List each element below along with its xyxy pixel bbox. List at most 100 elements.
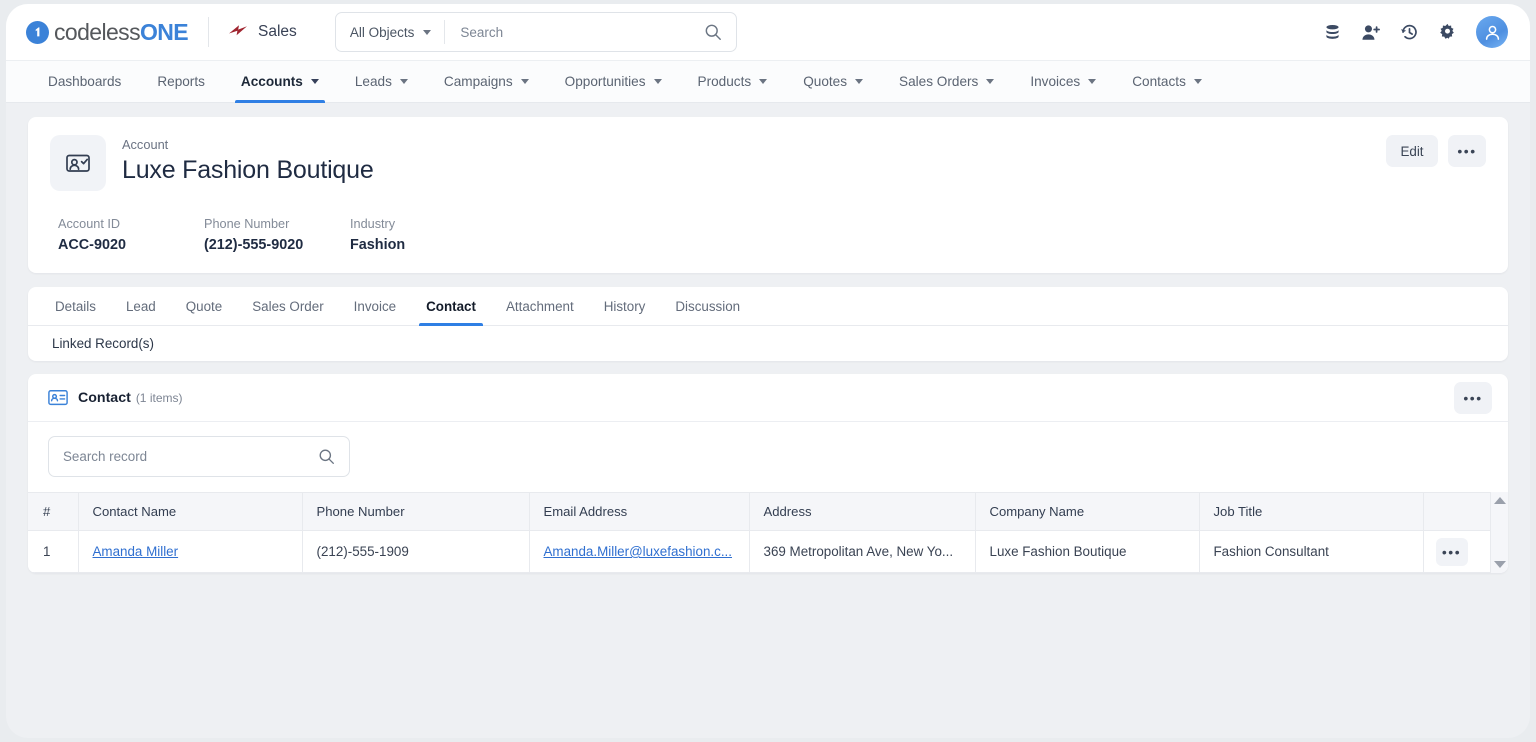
chevron-down-icon xyxy=(310,79,319,84)
search-record-input[interactable] xyxy=(49,449,318,464)
cell-index: 1 xyxy=(28,530,79,573)
linked-records-label: Linked Record(s) xyxy=(52,336,154,351)
tab-attachment[interactable]: Attachment xyxy=(491,287,589,325)
record-header-card: Account Luxe Fashion Boutique Edit ••• A… xyxy=(28,117,1508,273)
record-more-button[interactable]: ••• xyxy=(1448,135,1486,167)
column-header-contact-name[interactable]: Contact Name xyxy=(78,492,303,531)
field-value: ACC-9020 xyxy=(58,237,126,253)
contact-name-link[interactable]: Amanda Miller xyxy=(93,544,179,559)
avatar[interactable] xyxy=(1476,16,1508,48)
nav-label: Quotes xyxy=(803,74,848,89)
field-phone-number: Phone Number (212)-555-9020 xyxy=(204,217,350,253)
nav-label: Leads xyxy=(354,74,392,89)
tab-details[interactable]: Details xyxy=(40,287,111,325)
tab-lead[interactable]: Lead xyxy=(111,287,171,325)
page-content: Account Luxe Fashion Boutique Edit ••• A… xyxy=(6,103,1530,738)
global-search-input[interactable] xyxy=(445,24,704,40)
chevron-down-icon xyxy=(986,79,995,84)
record-tabs-card: Details Lead Quote Sales Order Invoice C… xyxy=(28,287,1508,361)
tab-invoice[interactable]: Invoice xyxy=(339,287,411,325)
column-header-job-title[interactable]: Job Title xyxy=(1199,492,1424,531)
nav-item-leads[interactable]: Leads xyxy=(337,61,426,102)
tab-contact[interactable]: Contact xyxy=(411,287,491,326)
app-switcher-sales[interactable]: Sales xyxy=(227,22,297,43)
tab-sales-order[interactable]: Sales Order xyxy=(237,287,338,325)
contact-card-icon xyxy=(48,389,68,406)
search-icon[interactable] xyxy=(704,23,736,41)
scroll-down-icon[interactable] xyxy=(1493,561,1506,568)
nav-item-accounts[interactable]: Accounts xyxy=(223,61,337,103)
sales-icon xyxy=(227,22,249,43)
nav-item-campaigns[interactable]: Campaigns xyxy=(426,61,547,102)
cell-contact-name: Amanda Miller xyxy=(78,530,303,573)
related-list-title: Contact xyxy=(78,389,131,406)
nav-item-reports[interactable]: Reports xyxy=(139,61,223,102)
record-header-top: Account Luxe Fashion Boutique xyxy=(50,135,1486,191)
database-icon[interactable] xyxy=(1323,23,1342,42)
app-root: codelessONE Sales All Objects Search Das… xyxy=(0,0,1536,742)
gear-icon[interactable] xyxy=(1438,23,1457,42)
column-header-index[interactable]: # xyxy=(28,492,79,531)
edit-button[interactable]: Edit xyxy=(1386,135,1438,167)
nav-item-sales-orders[interactable]: Sales Orders xyxy=(881,61,1012,102)
top-bar-actions xyxy=(1323,16,1508,48)
column-header-address[interactable]: Address xyxy=(749,492,976,531)
related-list-contact-card: Contact (1 items) ••• Search record # Co… xyxy=(28,374,1508,573)
field-label: Industry xyxy=(350,217,396,231)
field-label: Phone Number xyxy=(204,217,290,231)
codeless-one-logo-icon xyxy=(26,20,49,44)
row-more-button[interactable]: ••• xyxy=(1435,537,1468,566)
column-header-phone-number[interactable]: Phone Number xyxy=(302,492,530,531)
related-list-count: (1 items) xyxy=(135,390,183,405)
tab-label: Sales Order xyxy=(252,298,324,314)
app-shell: codelessONE Sales All Objects Search Das… xyxy=(6,4,1530,738)
related-list-header: Contact (1 items) ••• xyxy=(28,374,1508,422)
tab-label: Details xyxy=(55,298,96,314)
search-icon[interactable] xyxy=(318,448,349,465)
table-row[interactable]: 1 Amanda Miller (212)-555-1909 Amanda.Mi… xyxy=(28,530,1508,573)
chevron-down-icon xyxy=(855,79,864,84)
nav-label: Products xyxy=(697,74,752,89)
top-divider xyxy=(208,17,210,47)
record-tabs: Details Lead Quote Sales Order Invoice C… xyxy=(28,287,1508,326)
nav-item-contacts[interactable]: Contacts xyxy=(1114,61,1220,102)
column-header-email-address[interactable]: Email Address xyxy=(529,492,750,531)
scroll-up-icon[interactable] xyxy=(1493,497,1506,504)
tab-quote[interactable]: Quote xyxy=(171,287,237,325)
tab-label: History xyxy=(603,298,646,314)
more-icon: ••• xyxy=(1441,543,1462,560)
nav-label: Dashboards xyxy=(48,74,122,89)
cell-address: 369 Metropolitan Ave, New Yo... xyxy=(749,530,976,573)
app-logo[interactable]: codelessONE xyxy=(26,18,189,46)
related-list-more-button[interactable]: ••• xyxy=(1454,381,1492,414)
cell-email-address: Amanda.Miller@luxefashion.c... xyxy=(529,530,750,573)
search-scope-select[interactable]: All Objects xyxy=(336,13,445,51)
nav-label: Invoices xyxy=(1030,74,1081,89)
table-header-row: # Contact Name Phone Number Email Addres… xyxy=(28,492,1508,531)
nav-label: Contacts xyxy=(1132,74,1186,89)
email-address-link[interactable]: Amanda.Miller@luxefashion.c... xyxy=(544,544,733,559)
nav-item-products[interactable]: Products xyxy=(680,61,786,102)
nav-item-opportunities[interactable]: Opportunities xyxy=(547,61,680,102)
column-header-company-name[interactable]: Company Name xyxy=(975,492,1200,531)
tab-discussion[interactable]: Discussion xyxy=(660,287,755,325)
nav-item-dashboards[interactable]: Dashboards xyxy=(30,61,139,102)
logo-text-codeless: codeless xyxy=(54,18,141,45)
add-user-icon[interactable] xyxy=(1361,23,1381,42)
table-header: # Contact Name Phone Number Email Addres… xyxy=(28,492,1508,531)
top-bar: codelessONE Sales All Objects xyxy=(6,4,1530,60)
record-kicker: Account xyxy=(122,137,169,152)
logo-text-one: ONE xyxy=(139,18,189,45)
tab-history[interactable]: History xyxy=(589,287,661,325)
table-vertical-scrollbar[interactable] xyxy=(1490,492,1508,573)
history-icon[interactable] xyxy=(1400,23,1419,42)
field-industry: Industry Fashion xyxy=(350,217,405,253)
contacts-table: # Contact Name Phone Number Email Addres… xyxy=(28,492,1508,573)
record-search xyxy=(48,436,350,477)
nav-item-invoices[interactable]: Invoices xyxy=(1012,61,1114,102)
nav-item-quotes[interactable]: Quotes xyxy=(785,61,881,102)
chevron-down-icon xyxy=(520,79,529,84)
nav-label: Reports xyxy=(157,74,205,89)
record-actions: Edit ••• xyxy=(1386,135,1486,167)
field-value: (212)-555-9020 xyxy=(204,237,304,253)
